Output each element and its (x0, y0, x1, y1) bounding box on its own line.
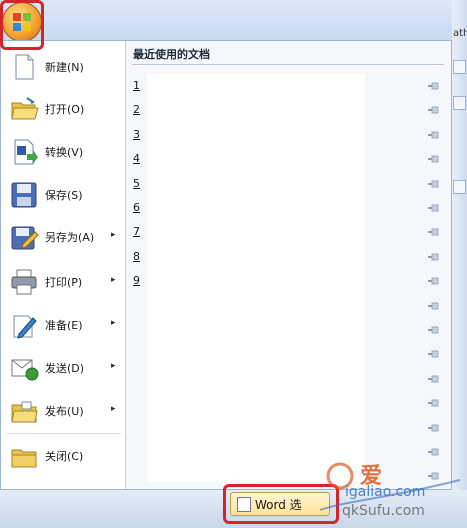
pin-icon[interactable] (428, 326, 440, 334)
submenu-arrow-icon: ▸ (111, 275, 116, 285)
menu-item-save-as[interactable]: 另存为(A) ▸ (1, 217, 125, 257)
menu-item-label: 新建(N) (45, 61, 84, 74)
save-floppy-icon (11, 182, 37, 208)
menu-item-label: 关闭(C) (45, 450, 84, 463)
menu-item-label: 保存(S) (45, 189, 83, 202)
recent-number[interactable]: 4 (133, 152, 140, 165)
document-right-edge: ath (452, 0, 467, 528)
menu-separator (7, 433, 121, 434)
pin-icon[interactable] (428, 204, 440, 212)
pin-icon[interactable] (428, 180, 440, 188)
pin-icon[interactable] (428, 228, 440, 236)
submenu-arrow-icon: ▸ (111, 361, 116, 371)
submenu-arrow-icon: ▸ (111, 404, 116, 414)
pin-icon[interactable] (428, 302, 440, 310)
publish-folder-icon (11, 401, 38, 423)
menu-item-label: 发布(U) (45, 405, 84, 418)
convert-icon (14, 139, 38, 165)
menu-item-label: 另存为(A) (45, 231, 95, 244)
menu-item-label: 发送(D) (45, 362, 85, 375)
right-edge-text: ath (453, 28, 467, 39)
menu-item-label: 打开(O) (45, 103, 85, 116)
pin-icon[interactable] (428, 277, 440, 285)
menu-item-convert[interactable]: 转换(V) (1, 132, 125, 172)
menu-item-label: 准备(E) (45, 319, 83, 332)
watermark-text: qkSufu.com (342, 503, 425, 519)
pin-icon[interactable] (428, 82, 440, 90)
new-document-icon (15, 54, 34, 80)
open-folder-icon (11, 97, 39, 120)
watermark-text: igaliao.com (345, 484, 426, 500)
pin-icon[interactable] (428, 106, 440, 114)
recent-number[interactable]: 1 (133, 79, 140, 92)
menu-item-publish[interactable]: 发布(U) ▸ (1, 391, 125, 431)
scroll-up-icon[interactable] (453, 60, 466, 74)
prepare-pen-icon (13, 315, 37, 339)
ribbon-edge-button[interactable] (453, 96, 466, 110)
highlight-box-office-button (0, 0, 44, 50)
menu-item-label: 转换(V) (45, 146, 84, 159)
send-icon (11, 359, 39, 381)
menu-item-send[interactable]: 发送(D) ▸ (1, 348, 125, 388)
submenu-arrow-icon: ▸ (111, 230, 116, 240)
recent-divider (132, 64, 444, 65)
menu-item-new[interactable]: 新建(N) (1, 47, 125, 87)
pin-icon[interactable] (428, 375, 440, 383)
menu-item-prepare[interactable]: 准备(E) ▸ (1, 305, 125, 345)
recent-number[interactable]: 5 (133, 177, 140, 190)
title-bar (0, 0, 467, 44)
recent-number[interactable]: 7 (133, 225, 140, 238)
pin-icon[interactable] (428, 399, 440, 407)
ruler-edge-button[interactable] (453, 180, 466, 194)
recent-number[interactable]: 8 (133, 250, 140, 263)
menu-item-open[interactable]: 打开(O) (1, 89, 125, 129)
recent-number[interactable]: 6 (133, 201, 140, 214)
menu-item-label: 打印(P) (45, 276, 83, 289)
pin-icon[interactable] (428, 155, 440, 163)
recent-number[interactable]: 3 (133, 128, 140, 141)
menu-item-save[interactable]: 保存(S) (1, 175, 125, 215)
menu-item-print[interactable]: 打印(P) ▸ (1, 262, 125, 302)
submenu-arrow-icon: ▸ (111, 318, 116, 328)
menu-commands-pane: 新建(N) 打开(O) 转换(V) 保存(S) 另存为(A) ▸ 打印(P) ▸ (1, 41, 126, 489)
pin-icon[interactable] (428, 253, 440, 261)
menu-item-close[interactable]: 关闭(C) (1, 436, 125, 476)
recent-documents-title: 最近使用的文档 (133, 48, 210, 61)
printer-icon (11, 269, 37, 295)
pin-icon[interactable] (428, 350, 440, 358)
save-as-icon (11, 226, 39, 250)
pin-icon[interactable] (428, 424, 440, 432)
recent-number[interactable]: 9 (133, 274, 140, 287)
recent-number[interactable]: 2 (133, 103, 140, 116)
pin-icon[interactable] (428, 131, 440, 139)
recent-documents-list (147, 74, 365, 482)
close-folder-icon (11, 449, 37, 468)
